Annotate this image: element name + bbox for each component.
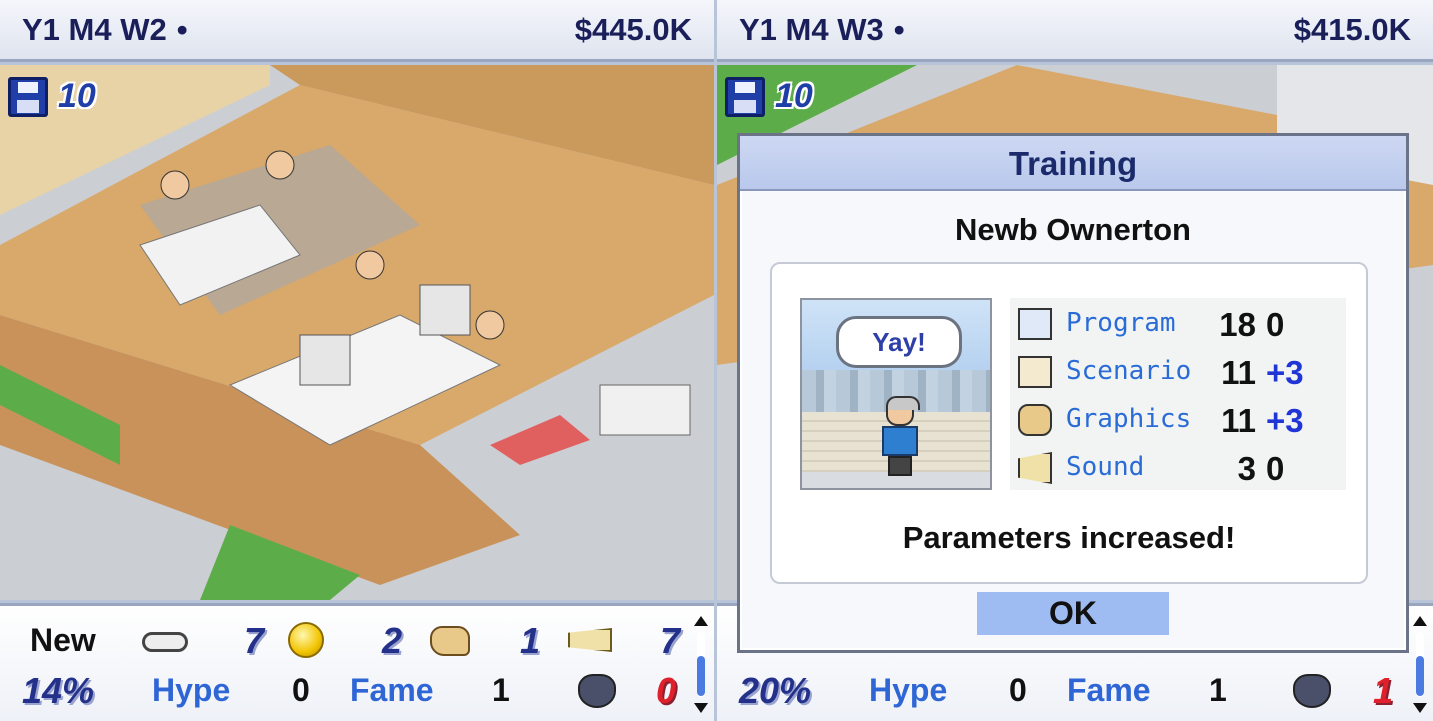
scroll-thumb[interactable] [697, 656, 705, 696]
game-view-right: Y1 M4 W3 • $415.0K 10 20% Hype 0 Fame 1 1 [717, 0, 1433, 721]
graphics-value: 1 [520, 620, 541, 661]
scroll-down-arrow-icon[interactable] [694, 703, 708, 713]
top-bar: Y1 M4 W2 • $445.0K [0, 0, 714, 62]
money-display: $445.0K [574, 11, 692, 47]
sprite-body [882, 426, 918, 456]
bug-icon [1293, 674, 1331, 708]
fame-value: 1 [492, 672, 510, 708]
scroll-down-arrow-icon[interactable] [1413, 703, 1427, 713]
param-name: Program [1066, 308, 1176, 338]
date-text: Y1 M4 W2 [22, 11, 167, 47]
week-marker: • [176, 11, 188, 47]
office-illustration [0, 65, 714, 600]
hype-value: 0 [1009, 672, 1027, 708]
new-game-label: New [30, 622, 96, 658]
scroll-up-arrow-icon[interactable] [1413, 616, 1427, 626]
param-increase: +3 [1266, 402, 1304, 439]
parameter-table: Program 18 0 Scenario 11 +3 Graphics 11 … [1010, 298, 1346, 490]
creativity-value: 2 [382, 620, 403, 661]
param-increase: +3 [1266, 354, 1304, 391]
ok-button[interactable]: OK [977, 592, 1169, 635]
hype-label: Hype [869, 672, 948, 708]
training-result-panel: Yay! Program 18 0 Scenario 11 +3 Graphic… [770, 262, 1368, 584]
status-scrollbar[interactable] [694, 616, 708, 713]
param-name: Scenario [1066, 356, 1192, 386]
scroll-thumb[interactable] [1416, 656, 1424, 696]
save-count: 10 [775, 77, 813, 115]
fame-label: Fame [1067, 672, 1151, 708]
result-message: Parameters increased! [902, 520, 1236, 555]
employee-name: Newb Ownerton [955, 212, 1191, 247]
horn-icon [1018, 452, 1052, 484]
sprite-head [886, 396, 920, 426]
date-text: Y1 M4 W3 [739, 11, 884, 47]
bug-icon [578, 674, 616, 708]
status-scrollbar[interactable] [1413, 616, 1427, 713]
employee-portrait: Yay! [800, 298, 992, 490]
hype-value: 0 [292, 672, 310, 708]
office-scene[interactable]: 10 [0, 65, 714, 600]
money-display: $415.0K [1293, 11, 1411, 47]
param-value: 11 [1221, 402, 1256, 439]
week-marker: • [893, 11, 905, 47]
fame-value: 1 [1209, 672, 1227, 708]
param-row-graphics: Graphics 11 +3 [1010, 396, 1346, 444]
param-increase: 0 [1266, 306, 1285, 343]
speech-bubble: Yay! [836, 316, 962, 368]
status-panel: New 7 2 1 7 14% Hype 0 Fame 1 0 [0, 603, 714, 721]
progress-row: 14% Hype 0 Fame 1 0 [0, 668, 688, 718]
progress-percent: 14% [22, 670, 95, 711]
param-name: Sound [1066, 452, 1145, 482]
bug-count: 0 [656, 670, 677, 711]
game-view-left: Y1 M4 W2 • $445.0K 10 New 7 2 1 7 14% Hy… [0, 0, 714, 721]
hype-label: Hype [152, 672, 231, 708]
param-row-scenario: Scenario 11 +3 [1010, 348, 1346, 396]
sprite-legs [888, 456, 912, 476]
param-increase: 0 [1266, 450, 1285, 487]
param-value: 18 [1219, 306, 1256, 343]
game-stats-row: New 7 2 1 7 [0, 618, 688, 668]
dialog-title: Training [740, 136, 1406, 191]
param-row-sound: Sound 3 0 [1010, 444, 1346, 492]
date-display: Y1 M4 W3 • [739, 12, 905, 48]
param-row-program: Program 18 0 [1010, 300, 1346, 348]
computer-icon [1018, 308, 1052, 340]
fame-label: Fame [350, 672, 434, 708]
save-count: 10 [58, 77, 96, 115]
param-name: Graphics [1066, 404, 1192, 434]
gamepad-icon [142, 632, 188, 652]
employee-sprite [880, 396, 920, 478]
save-disk-icon[interactable] [725, 77, 765, 117]
sound-value: 7 [660, 620, 681, 661]
palette-icon [1018, 404, 1052, 436]
date-display: Y1 M4 W2 • [22, 12, 188, 48]
fun-value: 7 [244, 620, 265, 661]
param-value: 3 [1237, 450, 1256, 487]
top-bar: Y1 M4 W3 • $415.0K [717, 0, 1433, 62]
scroll-up-arrow-icon[interactable] [694, 616, 708, 626]
bug-count: 1 [1373, 670, 1394, 711]
training-dialog: Training Newb Ownerton Yay! Program 18 0 [737, 133, 1409, 653]
save-disk-icon[interactable] [8, 77, 48, 117]
palette-icon [430, 626, 470, 656]
progress-row: 20% Hype 0 Fame 1 1 [717, 668, 1407, 718]
book-icon [1018, 356, 1052, 388]
coin-icon [288, 622, 324, 658]
horn-icon [568, 628, 612, 652]
progress-percent: 20% [739, 670, 812, 711]
param-value: 11 [1221, 354, 1256, 391]
